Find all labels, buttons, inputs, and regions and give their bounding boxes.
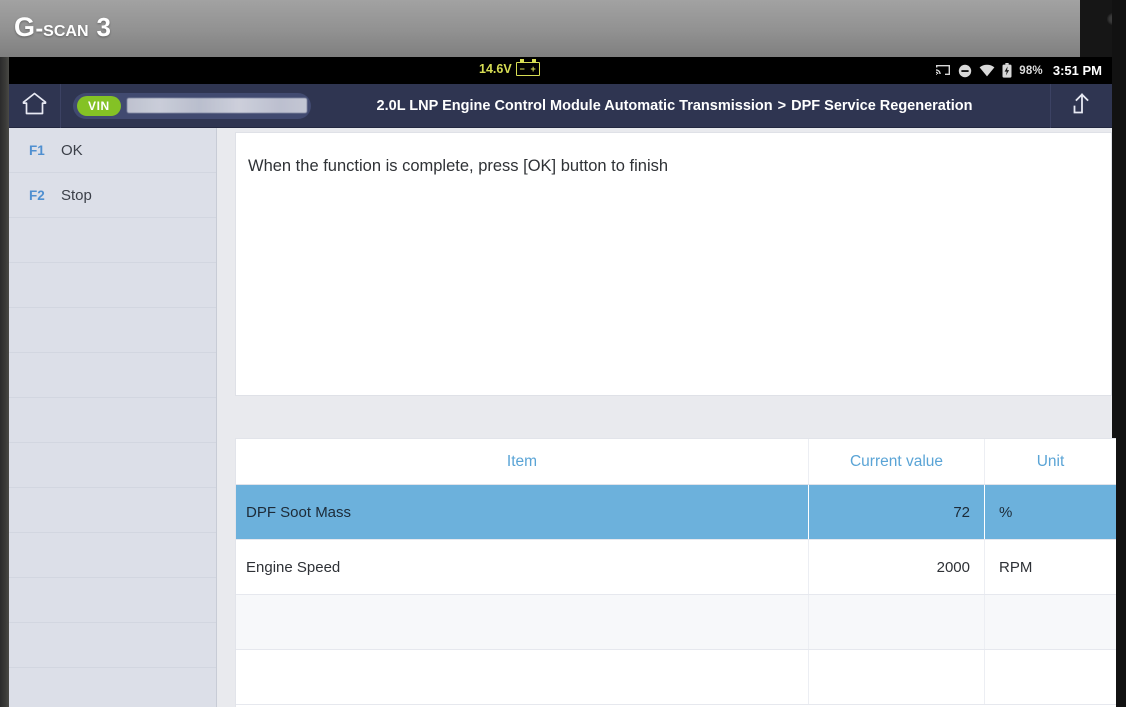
upload-share-icon <box>1070 90 1094 121</box>
cell-item: Engine Speed <box>236 540 809 594</box>
logo-number: 3 <box>96 12 112 42</box>
header-cell-item: Item <box>236 439 809 484</box>
cell-value: 72 <box>809 485 985 539</box>
sidebar-item-empty <box>9 218 216 263</box>
cell-item <box>236 650 809 704</box>
voltage-value: 14.6V <box>479 62 512 76</box>
table-header-row: Item Current value Unit <box>236 439 1116 485</box>
logo-scan: -scan <box>35 15 89 41</box>
breadcrumb-leaf: DPF Service Regeneration <box>791 97 973 114</box>
sidebar-item-empty <box>9 263 216 308</box>
cell-item: DPF Soot Mass <box>236 485 809 539</box>
cell-unit <box>985 595 1116 649</box>
main-pane: When the function is complete, press [OK… <box>217 128 1116 707</box>
tablet-device-frame: G-scan 3 14.6V − + 98% 3:51 PM VIN 2.0L … <box>0 0 1126 707</box>
share-button[interactable] <box>1050 83 1112 128</box>
sidebar-item-empty <box>9 668 216 707</box>
battery-charging-icon[interactable] <box>1002 63 1012 78</box>
vin-value-redacted <box>126 98 307 113</box>
wifi-icon[interactable] <box>979 64 995 77</box>
header-cell-unit: Unit <box>985 439 1116 484</box>
fkey-tag: F1 <box>29 142 45 158</box>
battery-percent-label: 98% <box>1019 64 1043 77</box>
cell-label: Engine Speed <box>246 558 341 576</box>
cell-unit: % <box>985 485 1116 539</box>
header-cell-value: Current value <box>809 439 985 484</box>
cell-label: 72 <box>953 503 970 521</box>
header-label: Item <box>506 452 538 470</box>
data-table: Item Current value Unit DPF Soot Mass 72… <box>235 438 1116 707</box>
sidebar-item-empty <box>9 353 216 398</box>
voltage-indicator: 14.6V − + <box>479 59 540 76</box>
cast-icon[interactable] <box>935 64 951 78</box>
sidebar-item-empty <box>9 578 216 623</box>
brand-bar: G-scan 3 <box>0 0 1126 57</box>
car-battery-icon: − + <box>515 59 540 76</box>
cell-unit <box>985 650 1116 704</box>
cell-value <box>809 650 985 704</box>
instruction-text: When the function is complete, press [OK… <box>248 157 669 175</box>
sidebar-item-f1-ok[interactable]: F1 OK <box>9 128 216 173</box>
table-row[interactable]: Engine Speed 2000 RPM <box>236 540 1116 595</box>
cell-item <box>236 595 809 649</box>
do-not-disturb-icon[interactable] <box>958 64 972 78</box>
table-row[interactable] <box>236 650 1116 705</box>
header-label: Current value <box>849 452 944 470</box>
cell-value <box>809 595 985 649</box>
fkey-label: OK <box>61 141 83 159</box>
function-key-sidebar: F1 OK F2 Stop <box>9 128 217 707</box>
home-button[interactable] <box>9 83 61 128</box>
gscan-logo: G-scan 3 <box>14 12 112 43</box>
fkey-label: Stop <box>61 186 92 204</box>
clock-label: 3:51 PM <box>1052 63 1102 78</box>
sidebar-item-empty <box>9 488 216 533</box>
vin-badge: VIN <box>77 95 121 116</box>
cell-label: RPM <box>999 558 1033 576</box>
header-label: Unit <box>1036 452 1065 470</box>
system-icon-tray: 98% 3:51 PM <box>935 57 1102 84</box>
app-content: F1 OK F2 Stop When the function is compl… <box>9 128 1116 707</box>
message-panel: When the function is complete, press [OK… <box>235 132 1112 396</box>
sidebar-item-empty <box>9 533 216 578</box>
cell-unit: RPM <box>985 540 1116 594</box>
cell-value: 2000 <box>809 540 985 594</box>
home-icon <box>21 91 48 121</box>
sidebar-item-empty <box>9 623 216 668</box>
table-row[interactable]: DPF Soot Mass 72 % <box>236 485 1116 540</box>
breadcrumb: 2.0L LNP Engine Control Module Automatic… <box>311 98 1050 114</box>
app-title-bar: VIN 2.0L LNP Engine Control Module Autom… <box>9 83 1112 128</box>
sidebar-item-empty <box>9 308 216 353</box>
table-row[interactable] <box>236 595 1116 650</box>
vin-field[interactable]: VIN <box>73 92 311 119</box>
fkey-tag: F2 <box>29 187 45 203</box>
system-status-bar: 14.6V − + 98% 3:51 PM <box>9 57 1112 84</box>
sidebar-item-empty <box>9 398 216 443</box>
breadcrumb-separator: > <box>777 97 787 114</box>
cell-label: % <box>999 503 1013 521</box>
logo-g: G <box>14 12 36 42</box>
sidebar-item-f2-stop[interactable]: F2 Stop <box>9 173 216 218</box>
cell-label: DPF Soot Mass <box>246 503 352 521</box>
cell-label: 2000 <box>936 558 970 576</box>
sidebar-item-empty <box>9 443 216 488</box>
breadcrumb-root[interactable]: 2.0L LNP Engine Control Module Automatic… <box>377 98 773 114</box>
bezel-left <box>0 57 9 707</box>
